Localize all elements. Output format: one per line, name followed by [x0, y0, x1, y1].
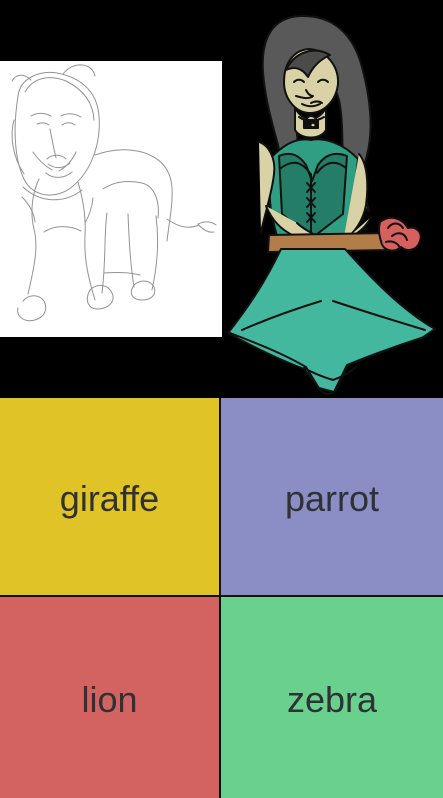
girl-with-rose-icon: [222, 0, 443, 398]
answer-parrot-button[interactable]: parrot: [221, 398, 443, 597]
answer-giraffe-label: giraffe: [59, 477, 160, 519]
answer-zebra-label: zebra: [286, 678, 378, 720]
lion-sketch-image: [0, 61, 222, 337]
quiz-screen: giraffe parrot lion zebra: [0, 0, 443, 798]
answer-lion-label: lion: [81, 678, 138, 720]
answer-grid: giraffe parrot lion zebra: [0, 398, 443, 798]
answer-parrot-label: parrot: [284, 477, 380, 519]
girl-with-rose-image: [222, 0, 443, 398]
prompt-image-area: [0, 0, 443, 398]
answer-giraffe-button[interactable]: giraffe: [0, 398, 221, 597]
lion-sketch-icon: [0, 61, 222, 337]
answer-zebra-button[interactable]: zebra: [221, 597, 443, 798]
answer-lion-button[interactable]: lion: [0, 597, 221, 798]
